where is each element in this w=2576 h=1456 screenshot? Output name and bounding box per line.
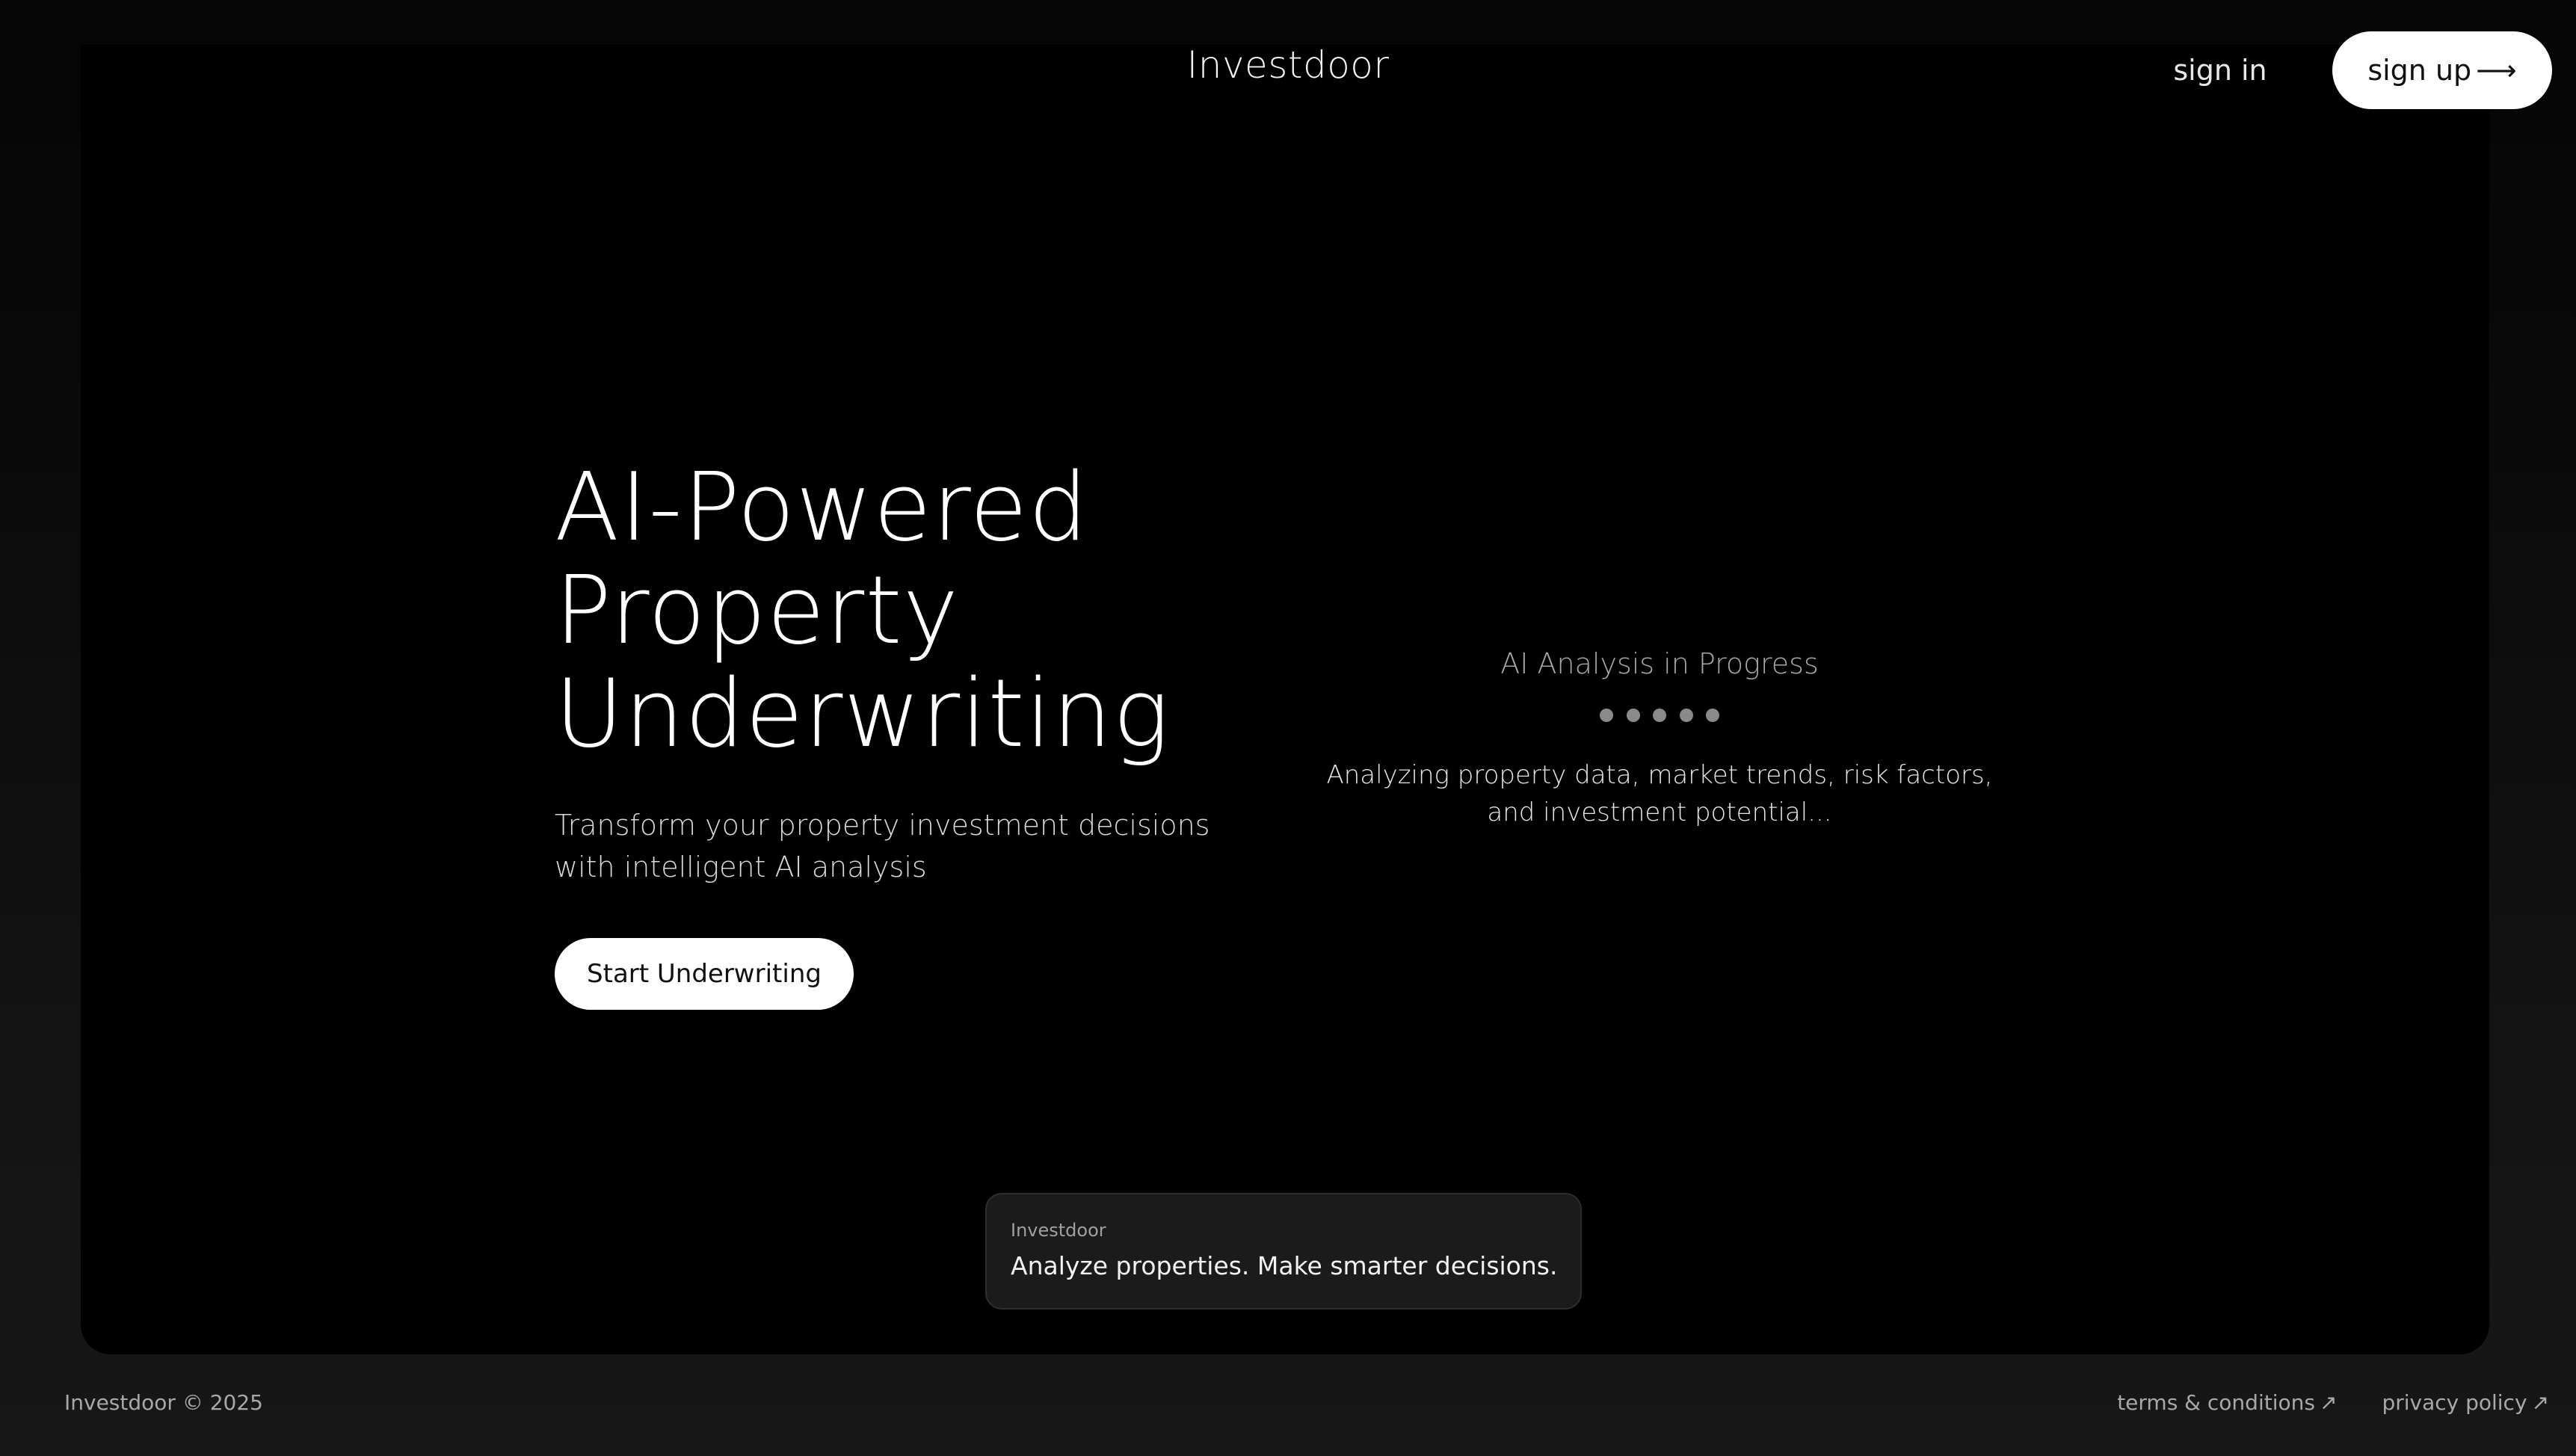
start-underwriting-button[interactable]: Start Underwriting bbox=[555, 938, 854, 1010]
terms-and-conditions-link[interactable]: terms & conditions ↗ bbox=[2117, 1390, 2337, 1415]
landing-page: Investdoor sign in sign up ⟶ AI-Powered P… bbox=[0, 0, 2576, 1456]
hero-card bbox=[81, 45, 2489, 1354]
terms-label: terms & conditions bbox=[2117, 1390, 2315, 1415]
analysis-status-title: AI Analysis in Progress bbox=[1500, 647, 1819, 680]
loading-dot bbox=[1626, 709, 1640, 722]
privacy-label: privacy policy bbox=[2382, 1390, 2527, 1415]
loading-dots-indicator bbox=[1600, 709, 1719, 724]
hero-title-line-1: AI-Powered bbox=[555, 452, 1089, 562]
loading-dot bbox=[1600, 709, 1613, 722]
loading-dot bbox=[1679, 709, 1693, 722]
external-link-icon: ↗ bbox=[2531, 1390, 2549, 1415]
footer-links: terms & conditions ↗ privacy policy ↗ bbox=[2117, 1390, 2549, 1415]
analysis-description: Analyzing property data, market trends, … bbox=[1326, 760, 1993, 827]
sign-in-link[interactable]: sign in bbox=[2160, 51, 2280, 90]
sign-up-label: sign up bbox=[2367, 54, 2472, 87]
footer-copyright: Investdoor © 2025 bbox=[64, 1390, 263, 1415]
hero-title-line-3: Underwriting bbox=[555, 658, 1171, 768]
arrow-right-icon: ⟶ bbox=[2476, 54, 2517, 87]
tagline-card: Investdoor Analyze properties. Make smar… bbox=[985, 1193, 1582, 1310]
tagline-card-text: Analyze properties. Make smarter decisio… bbox=[1011, 1251, 1558, 1280]
tagline-card-brand: Investdoor bbox=[1011, 1220, 1106, 1241]
hero-title-line-2: Property bbox=[555, 555, 960, 665]
loading-dot bbox=[1653, 709, 1666, 722]
hero-title: AI-Powered Property Underwriting bbox=[555, 456, 1227, 765]
privacy-policy-link[interactable]: privacy policy ↗ bbox=[2382, 1390, 2549, 1415]
loading-dot bbox=[1706, 709, 1719, 722]
external-link-icon: ↗ bbox=[2319, 1390, 2338, 1415]
sign-up-button[interactable]: sign up ⟶ bbox=[2332, 31, 2552, 109]
hero-subtitle: Transform your property investment decis… bbox=[555, 809, 1210, 883]
